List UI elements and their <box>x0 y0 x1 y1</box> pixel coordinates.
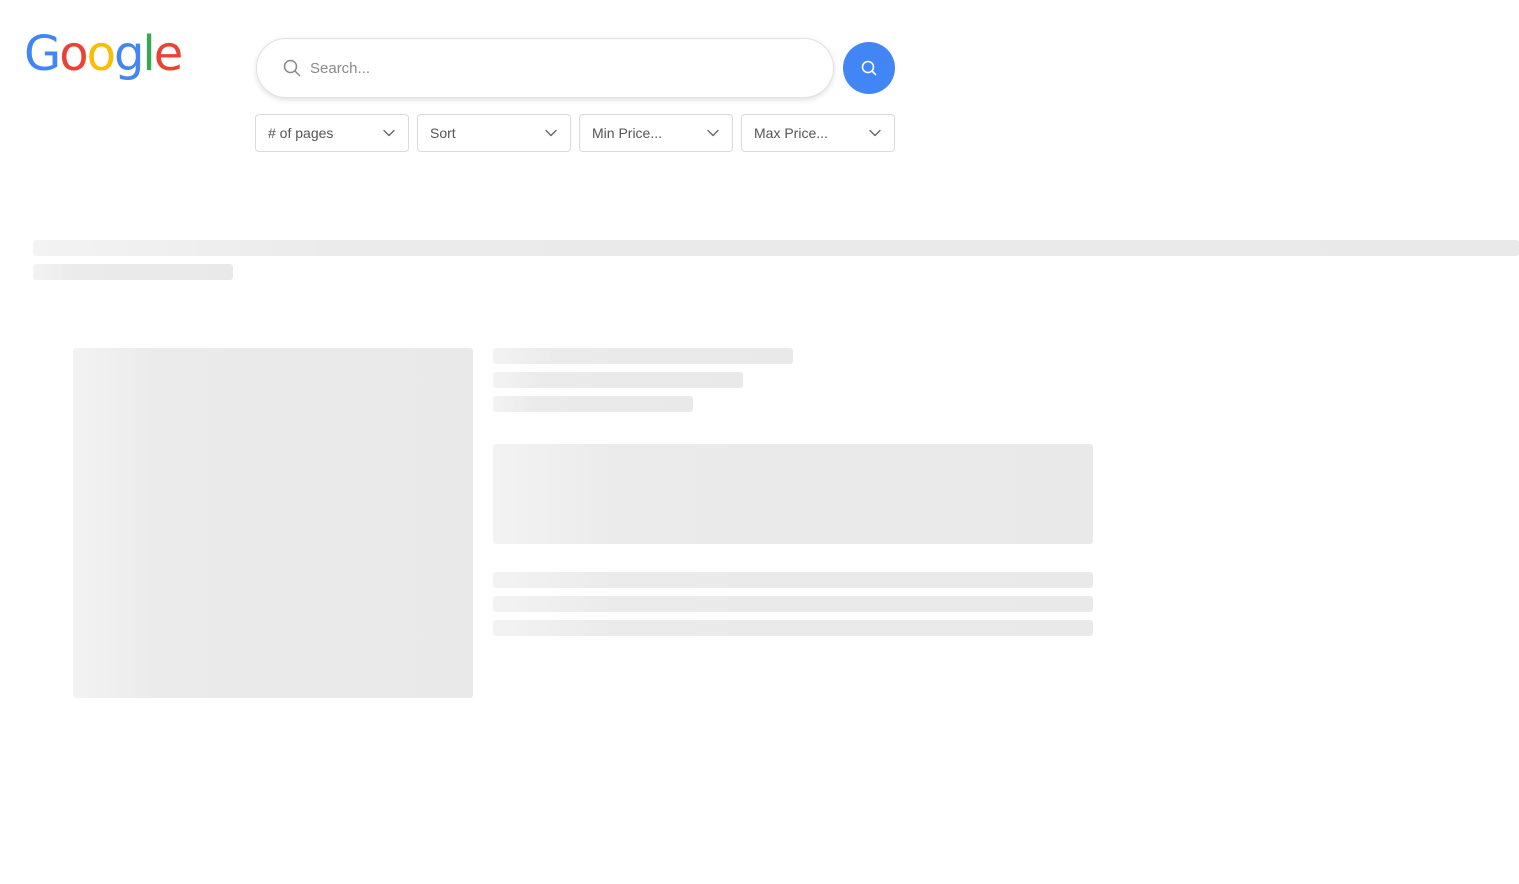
search-button[interactable] <box>843 42 895 94</box>
skeleton-text-line <box>493 572 1093 588</box>
search-bar[interactable] <box>256 38 834 98</box>
skeleton-content-block <box>493 444 1093 544</box>
pages-select-label: # of pages <box>268 125 334 141</box>
min-price-select-label: Min Price... <box>592 125 663 141</box>
skeleton-title-line <box>493 348 793 364</box>
chevron-down-icon <box>868 126 882 140</box>
logo-letter: G <box>24 26 61 82</box>
skeleton-heading-line <box>33 240 1519 256</box>
chevron-down-icon <box>382 126 396 140</box>
sort-select-label: Sort <box>430 125 456 141</box>
skeleton-text-line <box>493 596 1093 612</box>
logo-letter: l <box>142 26 155 82</box>
skeleton-subheading-line <box>33 264 233 280</box>
max-price-select[interactable]: Max Price... <box>741 114 895 152</box>
logo-letter: e <box>153 26 183 82</box>
logo-letter: o <box>86 26 116 82</box>
chevron-down-icon <box>706 126 720 140</box>
filter-bar: # of pages Sort Min Price... Max Price..… <box>255 114 895 152</box>
max-price-select-label: Max Price... <box>754 125 828 141</box>
page: Google # of pages Sort <box>0 0 1519 884</box>
search-icon <box>860 59 878 77</box>
logo-letter: o <box>59 26 88 82</box>
skeleton-title-line <box>493 372 743 388</box>
pages-select[interactable]: # of pages <box>255 114 409 152</box>
skeleton-text-line <box>493 620 1093 636</box>
chevron-down-icon <box>544 126 558 140</box>
skeleton-image-placeholder <box>73 348 473 698</box>
sort-select[interactable]: Sort <box>417 114 571 152</box>
min-price-select[interactable]: Min Price... <box>579 114 733 152</box>
search-icon <box>283 59 301 77</box>
skeleton-title-line <box>493 396 693 412</box>
google-logo[interactable]: Google <box>24 26 183 82</box>
logo-letter: g <box>113 26 145 82</box>
search-input[interactable] <box>310 53 833 83</box>
